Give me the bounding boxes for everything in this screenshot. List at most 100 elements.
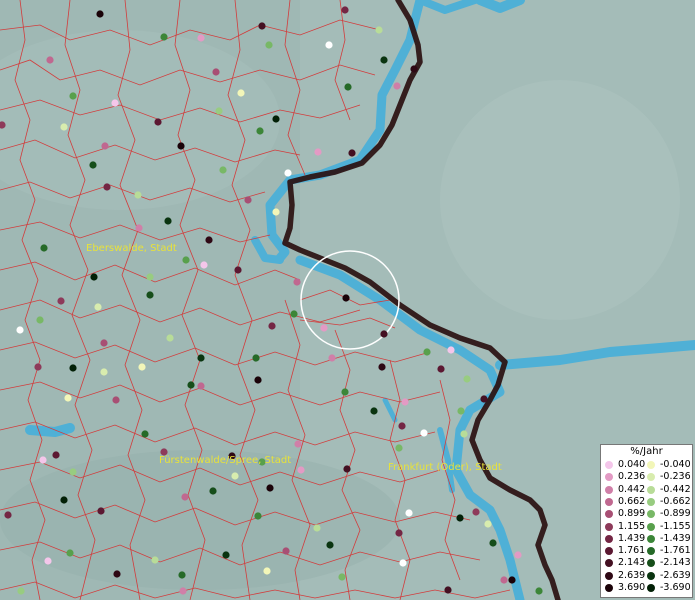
measurement-point[interactable] (34, 363, 42, 371)
measurement-point[interactable] (112, 396, 120, 404)
measurement-point[interactable] (219, 166, 227, 174)
measurement-point[interactable] (177, 142, 185, 150)
measurement-point[interactable] (94, 303, 102, 311)
measurement-point[interactable] (252, 354, 260, 362)
measurement-point[interactable] (101, 142, 109, 150)
measurement-point[interactable] (113, 570, 121, 578)
measurement-point[interactable] (138, 363, 146, 371)
measurement-point[interactable] (4, 511, 12, 519)
measurement-point[interactable] (197, 34, 205, 42)
measurement-point[interactable] (380, 330, 388, 338)
measurement-point[interactable] (205, 236, 213, 244)
measurement-point[interactable] (326, 541, 334, 549)
measurement-point[interactable] (401, 398, 409, 406)
measurement-point[interactable] (231, 472, 239, 480)
measurement-point[interactable] (254, 376, 262, 384)
measurement-point[interactable] (46, 56, 54, 64)
measurement-point[interactable] (160, 33, 168, 41)
measurement-point[interactable] (69, 92, 77, 100)
measurement-point[interactable] (60, 496, 68, 504)
measurement-point[interactable] (405, 509, 413, 517)
measurement-point[interactable] (234, 266, 242, 274)
measurement-point[interactable] (266, 484, 274, 492)
measurement-point[interactable] (484, 520, 492, 528)
measurement-point[interactable] (410, 65, 418, 73)
measurement-point[interactable] (297, 466, 305, 474)
measurement-point[interactable] (66, 549, 74, 557)
measurement-point[interactable] (375, 26, 383, 34)
measurement-point[interactable] (16, 326, 24, 334)
measurement-point[interactable] (209, 487, 217, 495)
measurement-point[interactable] (325, 41, 333, 49)
measurement-point[interactable] (89, 161, 97, 169)
measurement-point[interactable] (52, 451, 60, 459)
measurement-point[interactable] (423, 348, 431, 356)
measurement-point[interactable] (508, 576, 516, 584)
measurement-point[interactable] (395, 444, 403, 452)
measurement-point[interactable] (212, 68, 220, 76)
measurement-point[interactable] (284, 169, 292, 177)
measurement-point[interactable] (39, 456, 47, 464)
measurement-point[interactable] (237, 89, 245, 97)
measurement-point[interactable] (272, 208, 280, 216)
measurement-point[interactable] (489, 539, 497, 547)
measurement-point[interactable] (36, 316, 44, 324)
measurement-point[interactable] (187, 381, 195, 389)
measurement-point[interactable] (244, 196, 252, 204)
measurement-point[interactable] (100, 368, 108, 376)
measurement-point[interactable] (64, 394, 72, 402)
measurement-point[interactable] (268, 322, 276, 330)
measurement-point[interactable] (378, 363, 386, 371)
measurement-point[interactable] (215, 107, 223, 115)
measurement-point[interactable] (437, 365, 445, 373)
measurement-point[interactable] (103, 183, 111, 191)
measurement-point[interactable] (393, 82, 401, 90)
measurement-point[interactable] (111, 99, 119, 107)
measurement-point[interactable] (290, 310, 298, 318)
measurement-point[interactable] (182, 256, 190, 264)
measurement-point[interactable] (17, 587, 25, 595)
measurement-point[interactable] (314, 148, 322, 156)
measurement-point[interactable] (342, 294, 350, 302)
measurement-point[interactable] (134, 191, 142, 199)
measurement-point[interactable] (344, 83, 352, 91)
measurement-point[interactable] (44, 557, 52, 565)
measurement-point[interactable] (457, 407, 465, 415)
measurement-point[interactable] (222, 551, 230, 559)
measurement-point[interactable] (399, 559, 407, 567)
measurement-point[interactable] (398, 422, 406, 430)
measurement-point[interactable] (135, 224, 143, 232)
measurement-point[interactable] (380, 56, 388, 64)
measurement-point[interactable] (197, 382, 205, 390)
measurement-point[interactable] (178, 571, 186, 579)
measurement-point[interactable] (500, 576, 508, 584)
measurement-point[interactable] (97, 507, 105, 515)
map-canvas[interactable]: Eberswalde, Stadt Fürstenwalde/Spree, St… (0, 0, 695, 600)
measurement-point[interactable] (151, 556, 159, 564)
measurement-point[interactable] (256, 127, 264, 135)
measurement-point[interactable] (154, 118, 162, 126)
city-label-frankfurt-oder[interactable]: Frankfurt (Oder), Stadt (388, 462, 502, 473)
measurement-point[interactable] (258, 22, 266, 30)
measurement-point[interactable] (179, 587, 187, 595)
measurement-point[interactable] (141, 430, 149, 438)
measurement-point[interactable] (96, 10, 104, 18)
measurement-point[interactable] (57, 297, 65, 305)
measurement-point[interactable] (293, 278, 301, 286)
measurement-point[interactable] (456, 514, 464, 522)
measurement-point[interactable] (320, 324, 328, 332)
measurement-point[interactable] (328, 354, 336, 362)
measurement-point[interactable] (100, 339, 108, 347)
measurement-point[interactable] (420, 429, 428, 437)
measurement-point[interactable] (69, 364, 77, 372)
measurement-point[interactable] (181, 493, 189, 501)
measurement-point[interactable] (265, 41, 273, 49)
city-label-eberswalde[interactable]: Eberswalde, Stadt (86, 243, 177, 254)
measurement-point[interactable] (472, 508, 480, 516)
measurement-point[interactable] (200, 261, 208, 269)
measurement-point[interactable] (444, 586, 452, 594)
measurement-point[interactable] (370, 407, 378, 415)
measurement-point[interactable] (146, 291, 154, 299)
measurement-point[interactable] (282, 547, 290, 555)
measurement-point[interactable] (463, 375, 471, 383)
